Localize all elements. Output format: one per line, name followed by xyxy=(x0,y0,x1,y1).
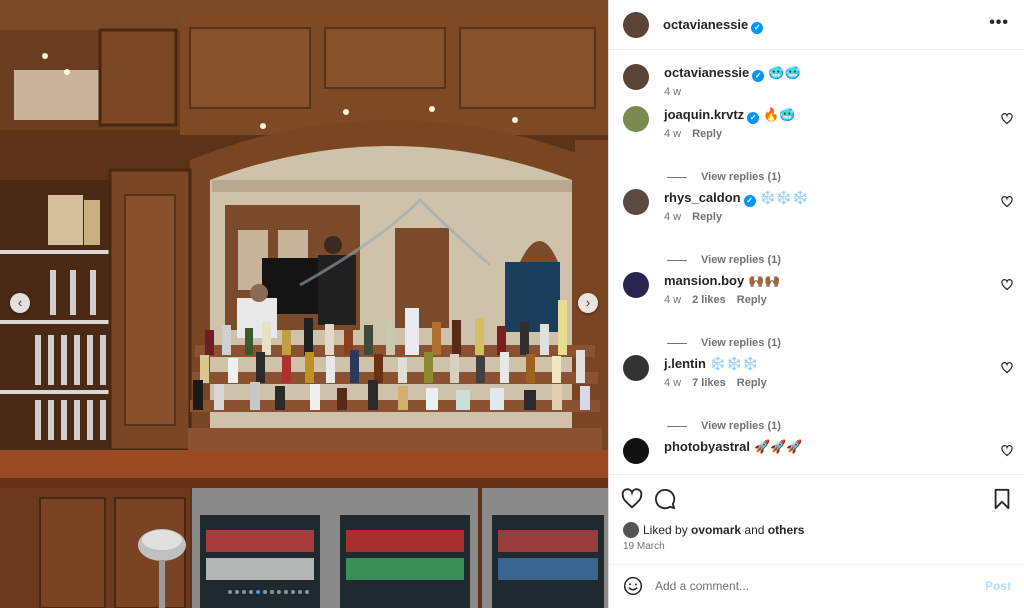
reply-button[interactable]: Reply xyxy=(692,128,722,140)
comment-like-heart-icon[interactable] xyxy=(1001,279,1013,291)
commenter-avatar[interactable] xyxy=(623,272,649,298)
comment-like-heart-icon[interactable] xyxy=(1001,113,1013,125)
reply-button[interactable]: Reply xyxy=(737,294,767,306)
carousel-next-button[interactable]: › xyxy=(578,293,598,313)
post-actions: Liked by ovomark and others 19 March xyxy=(609,474,1024,564)
carousel-dot xyxy=(305,590,309,594)
post-header: octavianessie ✓ ••• xyxy=(609,0,1024,50)
commenter-avatar[interactable] xyxy=(623,106,649,132)
commenter-username[interactable]: joaquin.krvtz xyxy=(664,107,744,122)
post-side-panel: octavianessie ✓ ••• octavianessie ✓ 🥶🥶 4 w … xyxy=(608,0,1024,608)
author-username[interactable]: octavianessie ✓ xyxy=(663,17,764,34)
bar-photo-image xyxy=(0,0,608,608)
carousel-dot xyxy=(291,590,295,594)
reply-button[interactable]: Reply xyxy=(692,211,722,223)
verified-icon: ✓ xyxy=(751,22,764,34)
likes-others-link[interactable]: others xyxy=(768,523,805,537)
add-comment-bar: Post xyxy=(609,564,1024,608)
view-replies-button[interactable]: View replies (1) xyxy=(667,337,781,349)
carousel-indicator xyxy=(228,590,309,594)
carousel-dot xyxy=(263,590,267,594)
view-replies-button[interactable]: View replies (1) xyxy=(667,254,781,266)
liker-avatar xyxy=(623,522,639,538)
comment-text: ❄️❄️❄️ xyxy=(709,356,759,371)
comments-list[interactable]: octavianessie ✓ 🥶🥶 4 w joaquin.krvtz ✓ 🔥🥶 4 w… xyxy=(609,51,1024,474)
reply-button[interactable]: Reply xyxy=(737,377,767,389)
emoji-smiley-icon[interactable] xyxy=(623,576,643,596)
comment-bubble-icon[interactable] xyxy=(654,488,676,510)
carousel-dot xyxy=(270,590,274,594)
caption-username[interactable]: octavianessie xyxy=(664,65,749,80)
comment-text: ❄️❄️❄️ xyxy=(759,190,809,205)
carousel-prev-button[interactable]: ‹ xyxy=(10,293,30,313)
comment-like-heart-icon[interactable] xyxy=(1001,362,1013,374)
comment-timestamp[interactable]: 4 w xyxy=(664,211,681,223)
post-date[interactable]: 19 March xyxy=(623,541,665,552)
commenter-avatar[interactable] xyxy=(623,189,649,215)
author-username-text[interactable]: octavianessie xyxy=(663,17,748,32)
comment-like-heart-icon[interactable] xyxy=(1001,445,1013,457)
carousel-dot xyxy=(249,590,253,594)
like-heart-icon[interactable] xyxy=(621,488,643,510)
comment-timestamp[interactable]: 4 w xyxy=(664,128,681,140)
caption-text: 🥶🥶 xyxy=(768,65,801,80)
view-replies-button[interactable]: View replies (1) xyxy=(667,171,781,183)
carousel-dot xyxy=(242,590,246,594)
carousel-dot xyxy=(256,590,260,594)
more-options-icon[interactable]: ••• xyxy=(989,14,1009,32)
commenter-username[interactable]: photobyastral xyxy=(664,439,750,454)
comment-timestamp[interactable]: 4 w xyxy=(664,377,681,389)
author-avatar[interactable] xyxy=(623,12,649,38)
carousel-dot xyxy=(284,590,288,594)
liked-by-summary: Liked by ovomark and others xyxy=(623,522,804,538)
comment-likes-count[interactable]: 7 likes xyxy=(692,377,726,389)
carousel-dot xyxy=(235,590,239,594)
commenter-username[interactable]: mansion.boy xyxy=(664,273,744,288)
commenter-avatar[interactable] xyxy=(623,438,649,464)
comment-likes-count[interactable]: 2 likes xyxy=(692,294,726,306)
view-replies-button[interactable]: View replies (1) xyxy=(667,420,781,432)
verified-icon: ✓ xyxy=(743,195,756,207)
commenter-avatar[interactable] xyxy=(623,355,649,381)
comment-text: 🔥🥶 xyxy=(763,107,796,122)
save-bookmark-icon[interactable] xyxy=(991,488,1013,510)
comment-input[interactable] xyxy=(655,577,955,595)
carousel-dot xyxy=(277,590,281,594)
post-comment-button[interactable]: Post xyxy=(985,579,1011,593)
post-photo: ‹ › xyxy=(0,0,608,608)
caption-avatar[interactable] xyxy=(623,64,649,90)
comment-text: 🙌🏾🙌🏾 xyxy=(748,273,781,288)
comment-timestamp[interactable]: 4 w xyxy=(664,294,681,306)
verified-icon: ✓ xyxy=(747,112,760,124)
liker-username[interactable]: ovomark xyxy=(691,523,741,537)
caption-timestamp[interactable]: 4 w xyxy=(664,86,681,98)
carousel-dot xyxy=(298,590,302,594)
comment-like-heart-icon[interactable] xyxy=(1001,196,1013,208)
commenter-username[interactable]: j.lentin xyxy=(664,356,706,371)
commenter-username[interactable]: rhys_caldon xyxy=(664,190,741,205)
verified-icon: ✓ xyxy=(752,70,765,82)
comment-text: 🚀🚀🚀 xyxy=(753,439,803,454)
carousel-dot xyxy=(228,590,232,594)
